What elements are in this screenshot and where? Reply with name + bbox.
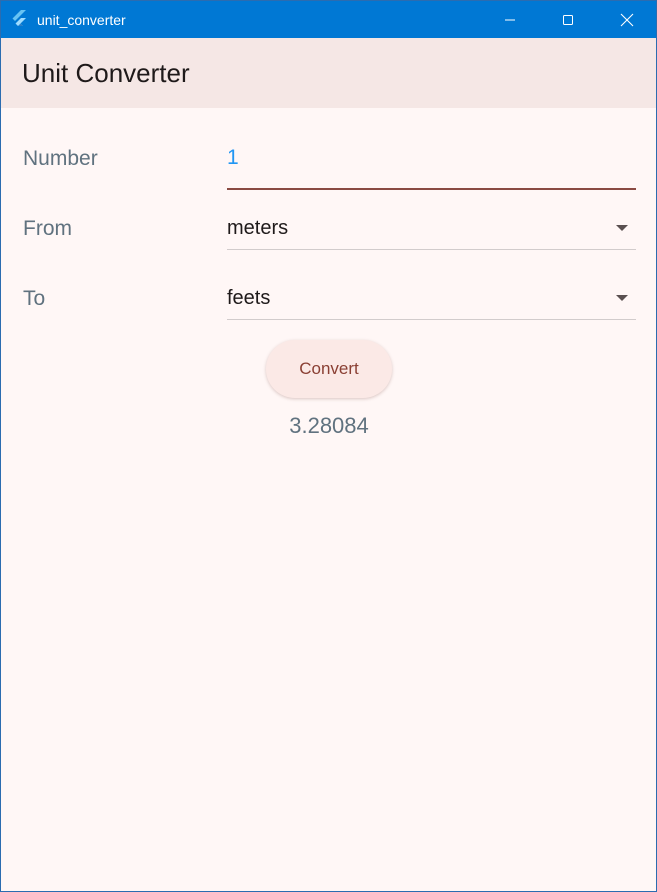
dropdown-arrow-icon bbox=[616, 225, 628, 231]
app-bar: Unit Converter bbox=[1, 38, 656, 108]
close-icon bbox=[620, 13, 634, 27]
page-title: Unit Converter bbox=[22, 58, 190, 88]
number-label: Number bbox=[23, 147, 98, 170]
window-titlebar[interactable]: unit_converter bbox=[1, 1, 656, 38]
number-input[interactable] bbox=[227, 145, 607, 171]
app-window: unit_converter Unit Converter Number F bbox=[0, 0, 657, 892]
dropdown-arrow-icon bbox=[616, 295, 628, 301]
conversion-result: 3.28084 bbox=[289, 413, 369, 438]
to-unit-value: feets bbox=[227, 287, 271, 309]
close-button[interactable] bbox=[598, 1, 656, 38]
convert-button[interactable]: Convert bbox=[266, 340, 392, 398]
minimize-icon bbox=[504, 14, 516, 26]
to-unit-dropdown[interactable]: feets bbox=[227, 282, 636, 320]
maximize-button[interactable] bbox=[539, 1, 597, 38]
maximize-icon bbox=[562, 14, 574, 26]
window-title: unit_converter bbox=[37, 12, 126, 28]
from-unit-dropdown[interactable]: meters bbox=[227, 212, 636, 250]
minimize-button[interactable] bbox=[481, 1, 539, 38]
from-unit-value: meters bbox=[227, 217, 289, 239]
to-label: To bbox=[23, 287, 46, 310]
number-field[interactable] bbox=[227, 141, 636, 190]
from-label: From bbox=[23, 217, 72, 240]
flutter-icon bbox=[11, 10, 29, 28]
